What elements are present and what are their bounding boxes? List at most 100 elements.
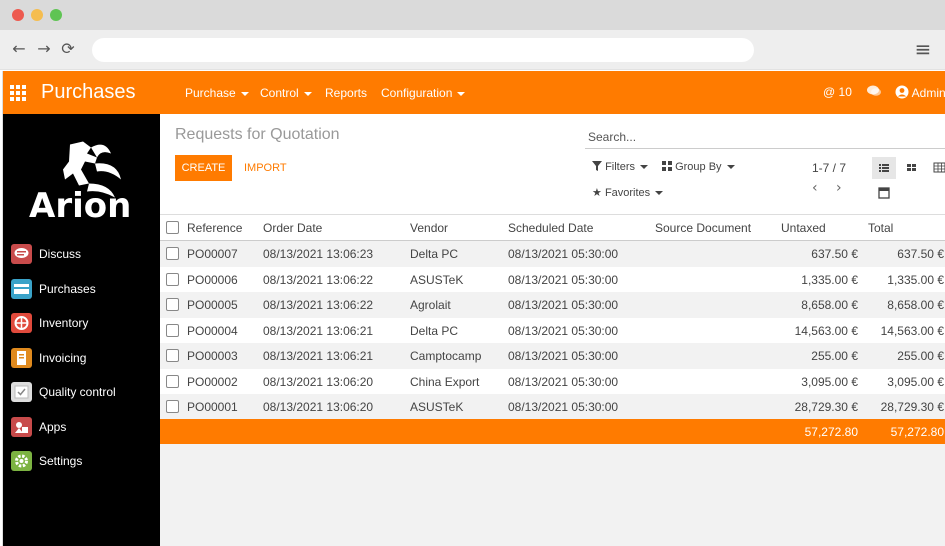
inventory-icon [11,313,32,333]
favorites-label: Favorites [604,187,651,199]
back-arrow-icon[interactable]: ← [10,40,28,58]
row-checkbox[interactable] [166,247,179,260]
cell-total: 3,095.00 € [887,374,944,389]
app-menu-grid-icon[interactable] [10,85,26,101]
table-row[interactable]: PO00002 08/13/2021 13:06:20 China Export 08… [160,368,945,394]
menu-control[interactable]: Control [260,86,312,100]
sidebar-item-purchases[interactable]: Purchases [9,277,157,303]
row-checkbox[interactable] [166,323,179,337]
sidebar-item-invoicing[interactable]: Invoicing [9,346,157,372]
sidebar-item-quality-control[interactable]: Quality control [9,380,157,406]
cell-untaxed: 3,095.00 € [801,374,858,389]
col-source-document[interactable]: Source Document [655,221,751,235]
favorites-button[interactable]: ★ Favorites [592,186,664,199]
select-all-checkbox[interactable] [166,221,179,234]
group-by-button[interactable]: Group By [662,161,735,173]
browser-menu-icon[interactable]: ≡ [914,39,932,59]
row-checkbox[interactable] [166,349,179,362]
invoicing-icon [11,348,32,368]
cell-untaxed: 1,335.00 € [801,272,858,287]
logo-text: Arion [29,186,132,226]
row-checkbox[interactable] [166,400,179,413]
menu-reports-label: Reports [325,86,368,100]
import-button[interactable]: IMPORT [244,162,287,174]
pager-value[interactable]: 1-7 / 7 [812,161,846,175]
odoo-app: Purchases Purchase Control Reports Confi… [2,71,945,546]
menu-purchase[interactable]: Purchase [185,86,249,100]
cell-untaxed: 637.50 € [811,247,858,261]
cell-order-date: 08/13/2021 13:06:22 [263,272,374,287]
user-menu[interactable]: Admin [895,85,945,100]
menu-purchase-label: Purchase [185,86,236,100]
cell-total: 28,729.30 € [880,400,944,414]
cell-reference: PO00002 [187,374,238,389]
table-footer-totals: 57,272.80 57,272.80 [160,419,945,444]
cell-total: 637.50 € [897,247,944,261]
pager-next-icon[interactable]: › [836,180,842,196]
sidebar-item-discuss[interactable]: Discuss [9,242,157,268]
filters-button[interactable]: Filters [592,161,649,173]
cell-scheduled-date: 08/13/2021 05:30:00 [508,247,619,261]
url-bar[interactable] [92,38,754,62]
table-row[interactable]: PO00001 08/13/2021 13:06:20 ASUSTeK 08/13/2… [160,394,945,419]
footer-untaxed: 57,272.80 [804,425,858,439]
menu-control-label: Control [260,86,299,100]
sidebar-item-label: Quality control [39,385,116,399]
col-order-date[interactable]: Order Date [263,221,322,235]
menu-configuration[interactable]: Configuration [381,86,466,100]
sidebar-item-label: Apps [39,420,67,434]
kanban-view-button[interactable] [900,157,924,179]
activity-counter[interactable]: @ 10 [823,85,852,99]
sidebar-item-inventory[interactable]: Inventory [9,311,157,337]
cell-order-date: 08/13/2021 13:06:23 [263,247,374,261]
cell-vendor: Camptocamp [410,349,482,363]
star-icon: ★ [592,186,602,199]
sidebar-item-apps[interactable]: Apps [9,415,157,441]
col-reference[interactable]: Reference [187,221,242,235]
col-total[interactable]: Total [868,221,893,235]
cell-scheduled-date: 08/13/2021 05:30:00 [508,323,619,338]
cell-order-date: 08/13/2021 13:06:21 [263,323,374,338]
col-scheduled-date[interactable]: Scheduled Date [508,221,593,235]
pager-previous-icon[interactable]: ‹ [812,180,818,196]
cell-vendor: Agrolait [410,298,451,312]
search-input[interactable]: Search... [585,127,945,149]
create-button[interactable]: CREATE [175,155,232,181]
user-name: Admin [911,86,945,100]
cell-total: 1,335.00 € [887,272,944,287]
pivot-view-button[interactable] [928,157,945,179]
list-view-button[interactable] [872,157,896,179]
table-row[interactable]: PO00004 08/13/2021 13:06:21 Delta PC 08/13/… [160,317,945,343]
table-row[interactable]: PO00003 08/13/2021 13:06:21 Camptocamp 08/1… [160,343,945,368]
table-row[interactable]: PO00007 08/13/2021 13:06:23 Delta PC 08/13/… [160,241,945,266]
table-row[interactable]: PO00005 08/13/2021 13:06:22 Agrolait 08/13/… [160,292,945,317]
browser-titlebar [0,0,945,30]
forward-arrow-icon[interactable]: → [35,40,53,58]
maximize-window-dot[interactable] [50,9,62,21]
group-by-icon [662,161,672,171]
col-vendor[interactable]: Vendor [410,221,448,235]
sidebar-item-label: Purchases [39,282,96,296]
sidebar-item-settings[interactable]: Settings [9,449,157,475]
cell-untaxed: 28,729.30 € [794,400,858,414]
user-avatar-icon [895,85,909,99]
row-checkbox[interactable] [166,298,179,311]
cell-vendor: ASUSTeK [410,272,464,287]
settings-icon [11,451,32,471]
row-checkbox[interactable] [166,272,179,286]
minimize-window-dot[interactable] [31,9,43,21]
cell-total: 255.00 € [897,349,944,363]
cell-untaxed: 8,658.00 € [801,298,858,312]
sidebar-item-label: Settings [39,454,83,468]
table-row[interactable]: PO00006 08/13/2021 13:06:22 ASUSTeK 08/13/2… [160,266,945,292]
row-checkbox[interactable] [166,374,179,388]
chat-icon[interactable] [866,84,882,101]
kanban-view-icon [907,164,916,171]
list-view-icon [879,164,889,172]
menu-reports[interactable]: Reports [325,86,367,100]
reload-icon[interactable]: ⟳ [59,40,77,58]
col-untaxed[interactable]: Untaxed [781,221,826,235]
calendar-view-button[interactable] [872,182,896,204]
cell-reference: PO00007 [187,247,238,261]
close-window-dot[interactable] [12,9,24,21]
